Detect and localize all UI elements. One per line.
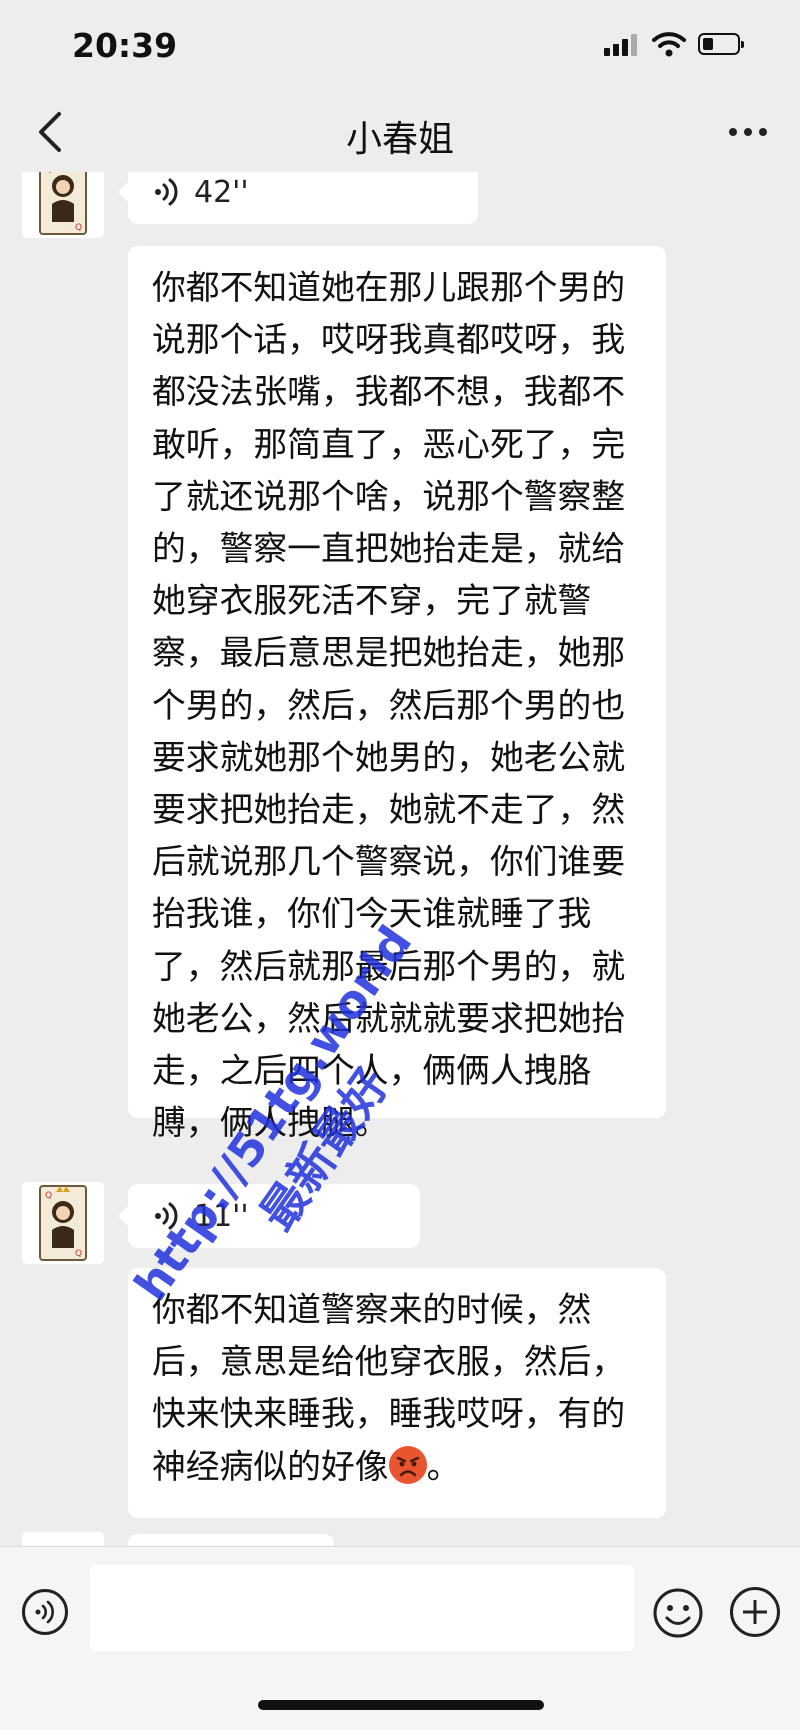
- message-text: 你都不知道她在那儿跟那个男的说那个话，哎呀我真都哎呀，我都没法张嘴，我都不想，我…: [152, 268, 626, 1143]
- plus-circle-icon[interactable]: [730, 1587, 780, 1637]
- message-text-end: 。: [426, 1446, 461, 1486]
- svg-text:Q: Q: [75, 1249, 82, 1259]
- home-indicator[interactable]: [258, 1700, 544, 1710]
- svg-text:Q: Q: [45, 1191, 52, 1201]
- voice-duration: 42'': [194, 174, 249, 210]
- voice-message[interactable]: 11'': [118, 1184, 420, 1248]
- text-message[interactable]: 你都不知道她在那儿跟那个男的说那个话，哎呀我真都哎呀，我都没法张嘴，我都不想，我…: [128, 246, 666, 1142]
- avatar[interactable]: Q Q: [22, 172, 104, 238]
- voice-wave-icon: [155, 178, 178, 206]
- status-bar: 20:39: [0, 0, 800, 92]
- smiley-icon[interactable]: [652, 1587, 704, 1639]
- wifi-icon: [652, 32, 686, 57]
- chat-area[interactable]: Q Q 42'' 你都不知道她在那儿跟那个男的说那个话，哎呀我真都哎呀，我都没法…: [0, 172, 800, 1546]
- battery-icon: [698, 33, 744, 55]
- angry-face-icon: [388, 1445, 427, 1484]
- chat-title: 小春姐: [345, 119, 454, 160]
- voice-duration: 11'': [194, 1198, 249, 1234]
- svg-text:Q: Q: [75, 223, 82, 233]
- voice-wave-icon: [35, 1600, 54, 1624]
- text-message[interactable]: 你都不知道警察来的时候，然后，意思是给他穿衣服，然后，快来快来睡我，睡我哎呀，有…: [128, 1268, 666, 1518]
- avatar[interactable]: Q Q: [22, 1182, 104, 1264]
- status-time: 20:39: [72, 26, 178, 65]
- voice-toggle-button[interactable]: [22, 1589, 68, 1635]
- voice-message[interactable]: 42'': [118, 172, 478, 224]
- message-input[interactable]: [90, 1565, 634, 1651]
- nav-bar: 小春姐: [0, 92, 800, 172]
- voice-message[interactable]: [128, 1534, 334, 1546]
- more-button[interactable]: [718, 104, 778, 160]
- avatar[interactable]: [22, 1532, 104, 1546]
- more-dots-icon: [729, 128, 737, 136]
- signal-icon: [604, 34, 640, 56]
- svg-text:Q: Q: [45, 172, 52, 175]
- voice-wave-icon: [155, 1202, 178, 1230]
